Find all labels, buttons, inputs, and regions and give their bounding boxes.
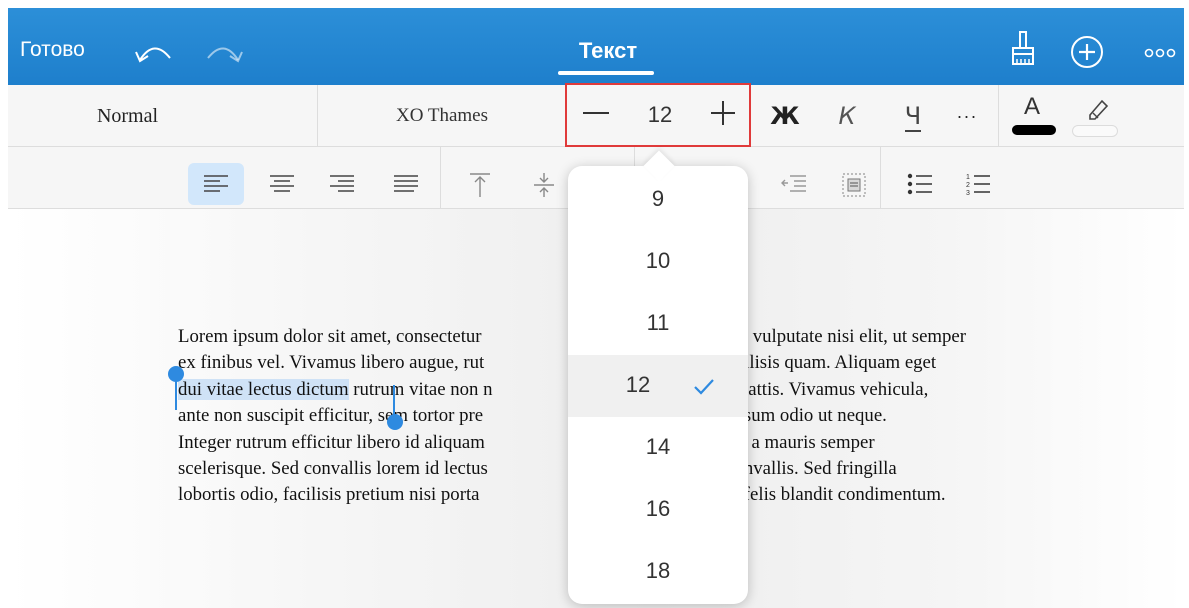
- font-family-label: XO Thames: [396, 105, 488, 126]
- font-family-select[interactable]: XO Thames: [318, 85, 566, 147]
- active-tab-indicator: [558, 71, 654, 75]
- font-size-value[interactable]: 12: [635, 102, 685, 128]
- size-option-10[interactable]: 10: [568, 231, 748, 293]
- paragraph-style-select[interactable]: Normal: [8, 85, 318, 147]
- selected-text[interactable]: dui vitae lectus dictum: [178, 378, 349, 400]
- svg-text:3: 3: [966, 190, 970, 197]
- highlight-color-swatch: [1072, 125, 1118, 137]
- indent-decrease-icon[interactable]: [766, 163, 822, 205]
- top-bar: Готово Текст: [8, 8, 1184, 85]
- divider: [998, 85, 999, 147]
- brush-icon[interactable]: [1010, 30, 1036, 66]
- divider: [880, 147, 881, 209]
- font-size-popover: 9 10 11 12 14 16 18: [568, 150, 748, 604]
- valign-top-icon[interactable]: [452, 163, 508, 205]
- increase-size-button[interactable]: [703, 91, 743, 137]
- size-option-18[interactable]: 18: [568, 541, 748, 603]
- align-left-icon[interactable]: [188, 163, 244, 205]
- size-option-11[interactable]: 11: [568, 293, 748, 355]
- done-button[interactable]: Готово: [20, 38, 85, 62]
- selection-end-handle[interactable]: [387, 414, 403, 430]
- plus-circle-icon[interactable]: [1070, 35, 1104, 69]
- svg-text:2: 2: [966, 182, 970, 189]
- decrease-size-button[interactable]: [583, 112, 609, 114]
- text-color-button[interactable]: A: [1010, 93, 1060, 139]
- paragraph-style-label: Normal: [96, 104, 159, 127]
- more-formatting-button[interactable]: ···: [952, 99, 982, 133]
- bullet-list-icon[interactable]: [892, 163, 948, 205]
- valign-middle-icon[interactable]: [516, 163, 572, 205]
- highlight-button[interactable]: [1072, 93, 1122, 139]
- underline-label: Ч: [904, 102, 922, 132]
- highlighter-icon: [1089, 99, 1109, 120]
- font-size-stepper: 12: [565, 83, 751, 147]
- italic-button[interactable]: К: [832, 99, 862, 133]
- size-option-12[interactable]: 12: [568, 355, 748, 417]
- undo-icon[interactable]: [134, 40, 174, 64]
- align-center-icon[interactable]: [254, 163, 310, 205]
- numbered-list-icon[interactable]: 123: [952, 163, 1008, 205]
- tab-text[interactable]: Текст: [558, 38, 658, 64]
- redo-icon[interactable]: [204, 40, 244, 64]
- checkmark-icon: [694, 379, 714, 395]
- more-icon[interactable]: [1144, 46, 1176, 58]
- text-color-swatch: [1012, 125, 1056, 135]
- size-option-16[interactable]: 16: [568, 479, 748, 541]
- text-frame-icon[interactable]: [826, 163, 882, 205]
- size-option-9[interactable]: 9: [568, 169, 748, 231]
- text-color-letter: A: [1024, 93, 1041, 120]
- selection-end-caret: [393, 385, 395, 415]
- bold-button[interactable]: Ж: [770, 99, 800, 133]
- align-right-icon[interactable]: [314, 163, 370, 205]
- selection-start-handle[interactable]: [168, 366, 184, 382]
- align-justify-icon[interactable]: [378, 163, 434, 205]
- underline-button[interactable]: Ч: [898, 99, 928, 133]
- format-toolbar: Normal XO Thames 12 Ж К Ч ··· A: [8, 83, 1184, 147]
- svg-text:1: 1: [966, 174, 970, 181]
- divider: [440, 147, 441, 209]
- size-option-14[interactable]: 14: [568, 417, 748, 479]
